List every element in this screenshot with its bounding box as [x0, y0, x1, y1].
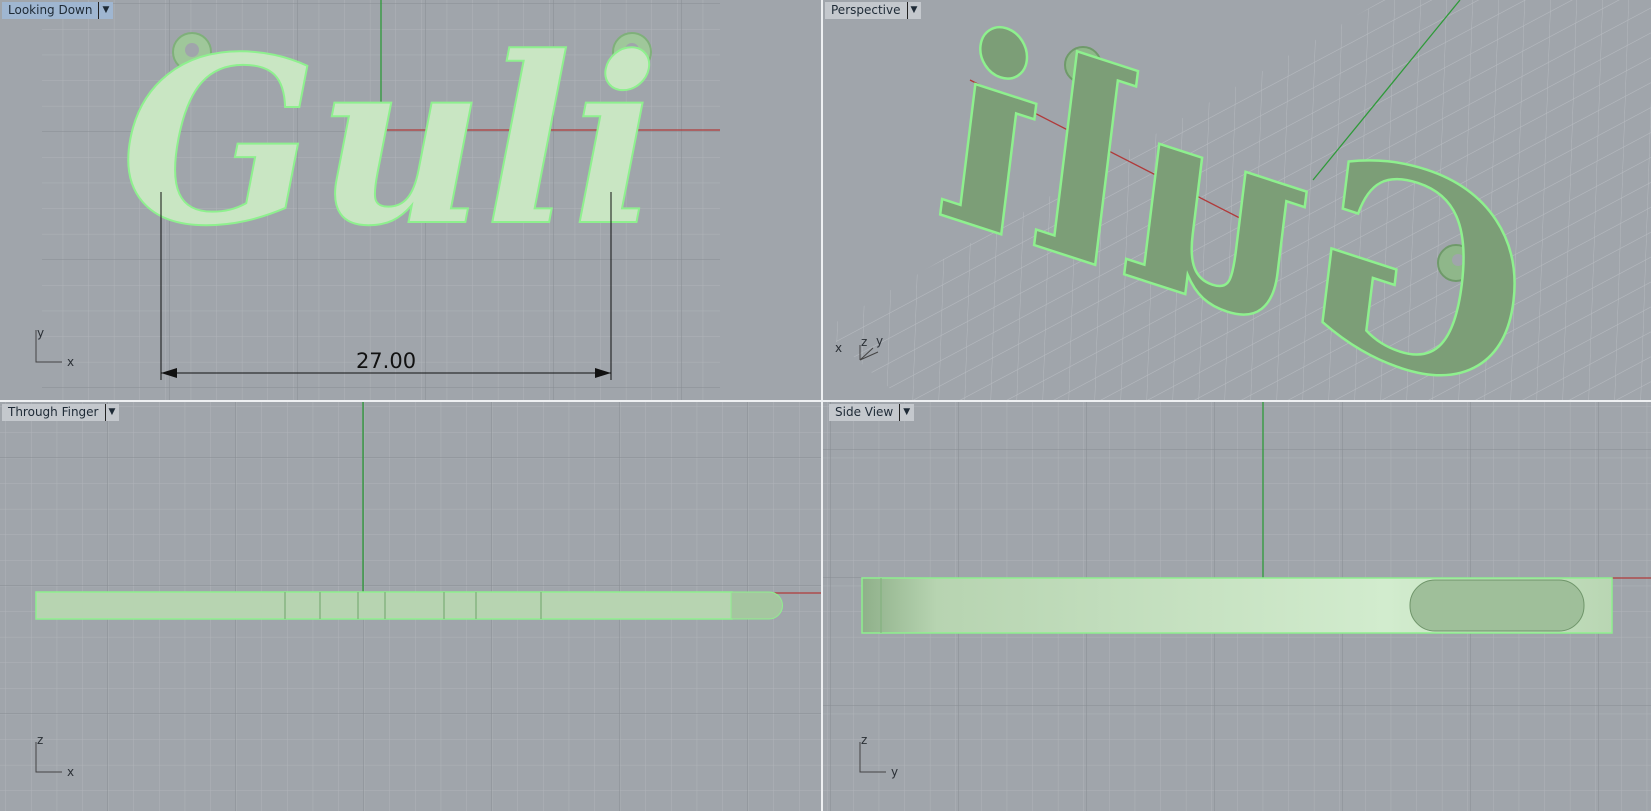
viewport-title-tab[interactable]: Side View ▼ — [829, 404, 915, 421]
viewport-title: Looking Down — [8, 3, 93, 17]
model-name-text: Guli — [121, 7, 659, 277]
viewport-title-tab[interactable]: Through Finger ▼ — [2, 404, 120, 421]
chevron-down-icon[interactable]: ▼ — [906, 2, 917, 19]
viewport-title-tab[interactable]: Perspective ▼ — [825, 2, 922, 19]
viewport-through-finger[interactable]: z x Through Finger ▼ — [0, 402, 821, 811]
viewport-side-view[interactable]: z y Side View ▼ — [823, 402, 1651, 811]
viewport-canvas[interactable]: Guli 27.00 y x — [0, 0, 821, 400]
svg-text:z: z — [861, 733, 867, 747]
viewport-title: Side View — [835, 405, 894, 419]
pendant-model-edge-view[interactable] — [35, 591, 783, 620]
chevron-down-icon[interactable]: ▼ — [98, 2, 109, 19]
viewport-title: Perspective — [831, 3, 901, 17]
svg-text:x: x — [835, 341, 842, 355]
svg-text:x: x — [67, 765, 74, 779]
svg-text:y: y — [891, 765, 898, 779]
viewport-title: Through Finger — [8, 405, 99, 419]
pendant-model[interactable]: Guli — [120, 6, 660, 278]
chevron-down-icon[interactable]: ▼ — [104, 404, 115, 421]
dimension-value: 27.00 — [356, 349, 416, 373]
viewport-looking-down[interactable]: Guli 27.00 y x Looking Down ▼ — [0, 0, 821, 400]
viewport-canvas[interactable]: z y — [823, 402, 1651, 811]
viewport-canvas[interactable]: z x — [0, 402, 821, 811]
viewport-perspective[interactable]: Guli x z y Perspective ▼ — [823, 0, 1651, 400]
svg-text:z: z — [37, 733, 43, 747]
pendant-model-side[interactable] — [861, 577, 1613, 634]
svg-text:y: y — [876, 334, 883, 348]
svg-text:y: y — [37, 326, 44, 340]
svg-text:x: x — [67, 355, 74, 369]
viewport-title-tab[interactable]: Looking Down ▼ — [2, 2, 114, 19]
svg-text:z: z — [861, 335, 867, 349]
chevron-down-icon[interactable]: ▼ — [899, 404, 910, 421]
viewport-canvas[interactable]: Guli x z y — [823, 0, 1651, 400]
